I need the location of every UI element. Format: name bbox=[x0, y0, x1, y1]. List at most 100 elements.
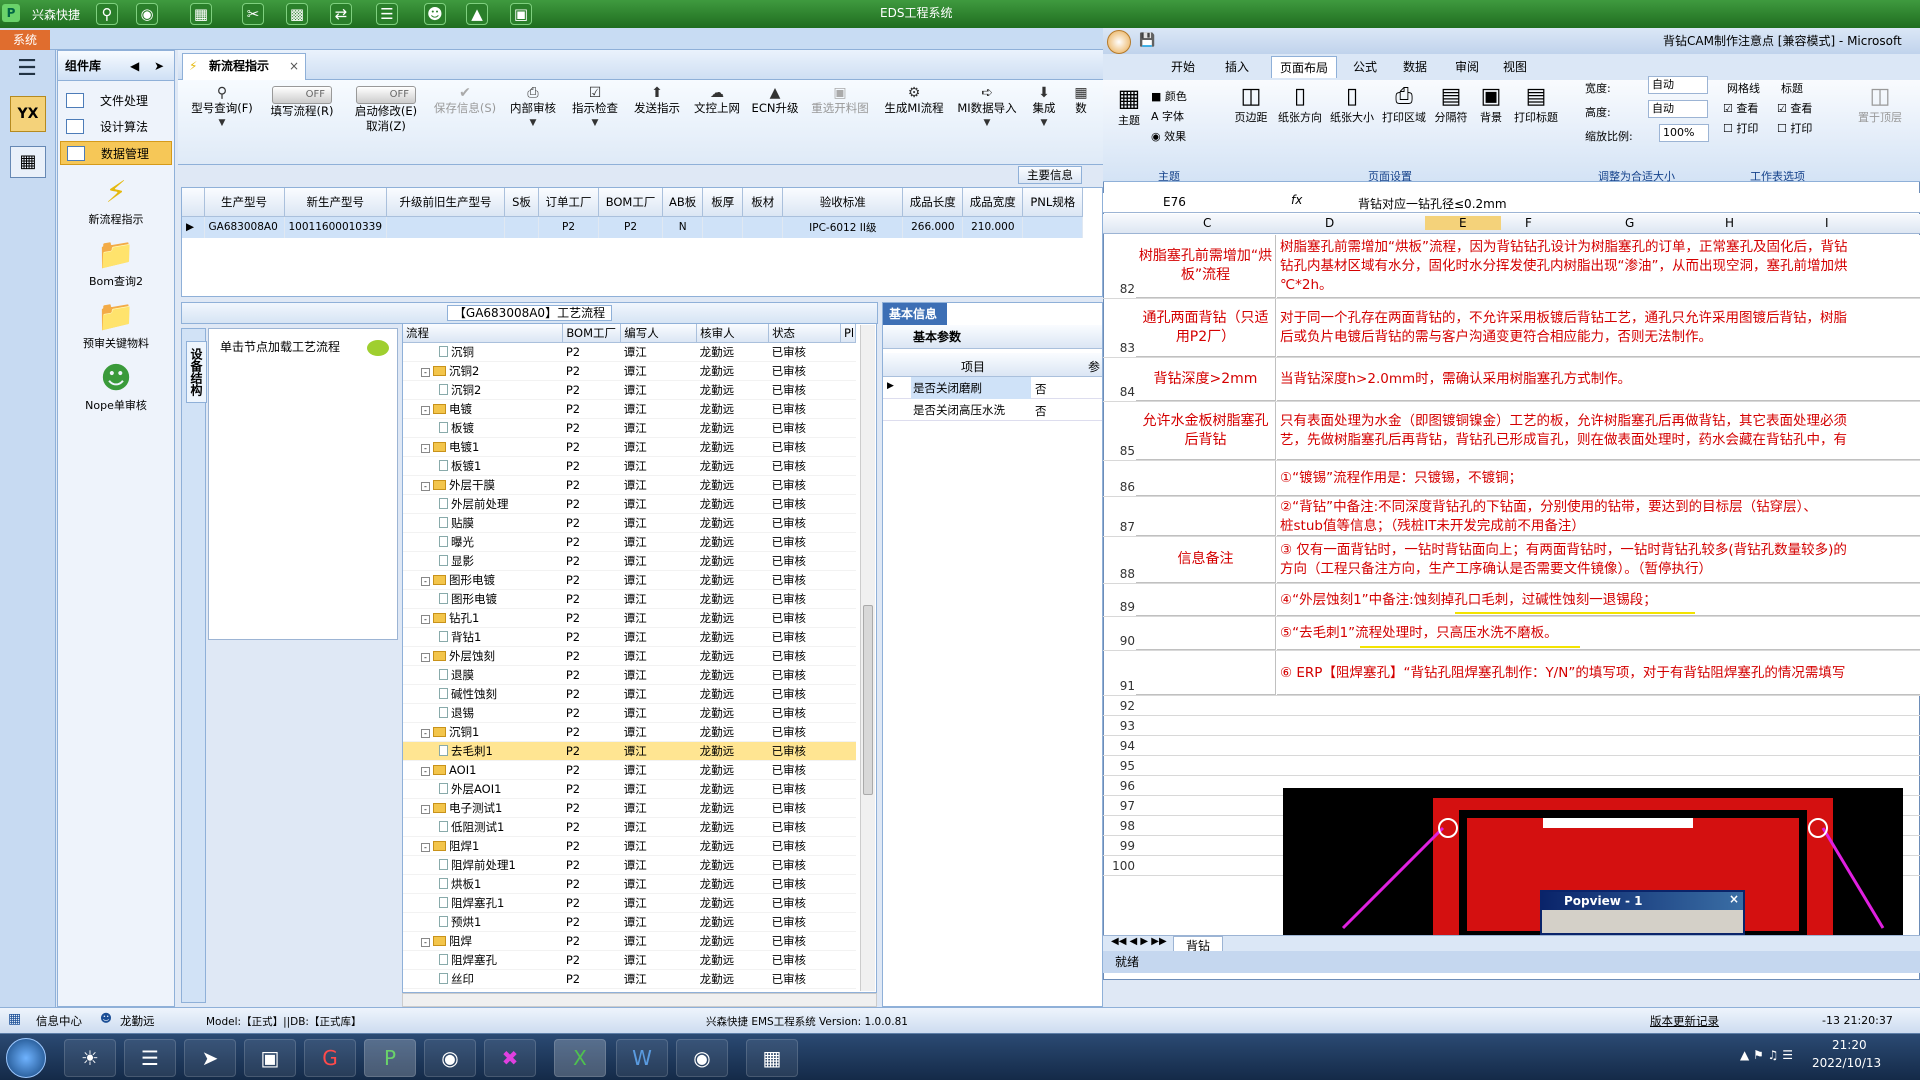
table-cell[interactable]: 已审核 bbox=[768, 817, 841, 837]
orientation-button[interactable]: ▯ 纸张方向 bbox=[1275, 84, 1325, 125]
table-cell[interactable]: 龙勤远 bbox=[696, 817, 769, 837]
globe-icon[interactable]: ◉ bbox=[136, 3, 158, 25]
taskbar-calculator-app[interactable]: ▦ bbox=[746, 1039, 798, 1077]
table-cell[interactable]: 龙勤远 bbox=[696, 950, 769, 970]
table-cell[interactable]: 龙勤远 bbox=[696, 361, 769, 381]
table-cell[interactable]: 龙勤远 bbox=[696, 760, 769, 780]
basic-info-tab[interactable]: 基本信息 bbox=[883, 303, 947, 325]
table-row[interactable]: 烘板1 P2 谭江 龙勤远 已审核 bbox=[403, 874, 856, 894]
save-info-button[interactable]: ✔ 保存信息(S) bbox=[430, 86, 500, 116]
nope-review-launcher[interactable]: ☻ Nope单审核 bbox=[58, 361, 174, 413]
table-row[interactable]: 低阻测试1 P2 谭江 龙勤远 已审核 bbox=[403, 817, 856, 837]
table-cell[interactable]: 已审核 bbox=[768, 969, 841, 989]
table-row[interactable]: 沉铜2 P2 谭江 龙勤远 已审核 bbox=[403, 380, 856, 400]
table-cell[interactable]: 龙勤远 bbox=[696, 931, 769, 951]
flow-name-cell[interactable]: 预烘1 bbox=[403, 912, 563, 932]
collapse-icon[interactable]: - bbox=[421, 652, 430, 662]
flow-name-cell[interactable]: - 外层干膜 bbox=[403, 475, 563, 495]
column-header[interactable]: F bbox=[1525, 216, 1532, 230]
table-cell[interactable]: 已审核 bbox=[768, 874, 841, 894]
taskbar-notepad-app[interactable]: ☰ bbox=[124, 1039, 176, 1077]
toggle-switch[interactable]: OFF bbox=[272, 86, 332, 104]
table-cell[interactable]: P2 bbox=[562, 855, 621, 875]
clock-date[interactable]: 2022/10/13 bbox=[1812, 1056, 1881, 1070]
gridlines-print-checkbox[interactable]: ☐ 打印 bbox=[1723, 120, 1758, 136]
nav-data-management[interactable]: 数据管理 bbox=[60, 141, 172, 165]
table-row[interactable]: - 阻焊 P2 谭江 龙勤远 已审核 bbox=[403, 931, 856, 951]
table-cell[interactable]: 已审核 bbox=[768, 836, 841, 856]
table-row[interactable]: - 电镀 P2 谭江 龙勤远 已审核 bbox=[403, 399, 856, 419]
cell-category[interactable]: 树脂塞孔前需增加“烘板”流程 bbox=[1136, 235, 1276, 298]
calculator-icon[interactable]: ▦ bbox=[10, 146, 46, 178]
cell-description[interactable]: ③ 仅有一面背钻时，一钻时背钻面向上；有两面背钻时，一钻时背钻孔较多(背钻孔数量… bbox=[1277, 537, 1920, 583]
table-cell[interactable]: P2 bbox=[562, 570, 621, 590]
table-cell[interactable]: 谭江 bbox=[620, 342, 697, 362]
fill-flow-toggle[interactable]: OFF 填写流程(R) bbox=[262, 86, 342, 119]
table-cell[interactable]: 龙勤远 bbox=[696, 494, 769, 514]
table-cell[interactable]: P2 bbox=[562, 361, 621, 381]
table-cell[interactable]: P2 bbox=[562, 551, 621, 571]
table-cell[interactable]: 已审核 bbox=[768, 456, 841, 476]
table-cell[interactable]: 谭江 bbox=[620, 399, 697, 419]
table-cell[interactable]: 龙勤远 bbox=[696, 836, 769, 856]
row-number[interactable]: 89 bbox=[1105, 600, 1135, 614]
row-number[interactable]: 99 bbox=[1105, 839, 1135, 853]
flow-name-cell[interactable]: 外层AOI1 bbox=[403, 779, 563, 799]
table-row[interactable]: 外层AOI1 P2 谭江 龙勤远 已审核 bbox=[403, 779, 856, 799]
cell-category[interactable] bbox=[1136, 461, 1276, 496]
table-cell[interactable]: 266.000 bbox=[902, 216, 964, 238]
table-cell[interactable]: 龙勤远 bbox=[696, 570, 769, 590]
flow-name-cell[interactable]: 阻焊塞孔1 bbox=[403, 893, 563, 913]
flow-name-cell[interactable]: 阻焊前处理1 bbox=[403, 855, 563, 875]
system-tab[interactable]: 系统 bbox=[0, 30, 50, 50]
table-cell[interactable]: 龙勤远 bbox=[696, 608, 769, 628]
table-cell[interactable]: 谭江 bbox=[620, 931, 697, 951]
row-number[interactable]: 95 bbox=[1105, 759, 1135, 773]
table-cell[interactable]: 已审核 bbox=[768, 665, 841, 685]
table-cell[interactable]: P2 bbox=[562, 931, 621, 951]
table-cell[interactable]: P2 bbox=[562, 513, 621, 533]
table-cell[interactable]: 龙勤远 bbox=[696, 874, 769, 894]
table-cell[interactable]: 龙勤远 bbox=[696, 912, 769, 932]
table-cell[interactable]: P2 bbox=[562, 589, 621, 609]
effects-button[interactable]: ◉ 效果 bbox=[1151, 128, 1186, 144]
ribbon-tab-active[interactable]: 页面布局 bbox=[1271, 56, 1338, 78]
bring-forward-button[interactable]: ◫ 置于顶层 bbox=[1855, 84, 1905, 125]
table-cell[interactable]: P2 bbox=[562, 874, 621, 894]
table-cell[interactable]: 谭江 bbox=[620, 608, 697, 628]
column-header[interactable]: D bbox=[1325, 216, 1334, 230]
cell-category[interactable] bbox=[1136, 617, 1276, 650]
flow-name-cell[interactable]: 阻焊塞孔 bbox=[403, 950, 563, 970]
cell-description[interactable]: 当背钻深度h>2.0mm时，需确认采用树脂塞孔方式制作。 bbox=[1277, 358, 1920, 401]
ribbon-tab[interactable]: 插入 bbox=[1225, 58, 1249, 75]
model-query-button[interactable]: ⚲ 型号查询(F) ▼ bbox=[184, 86, 260, 131]
row-number[interactable]: 92 bbox=[1105, 699, 1135, 713]
breaks-button[interactable]: ▤ 分隔符 bbox=[1431, 84, 1471, 125]
table-cell[interactable]: 龙勤远 bbox=[696, 418, 769, 438]
table-cell[interactable]: 谭江 bbox=[620, 950, 697, 970]
table-cell[interactable]: 谭江 bbox=[620, 646, 697, 666]
start-edit-toggle[interactable]: OFF 启动修改(E) 取消(Z) bbox=[346, 86, 426, 134]
print-titles-button[interactable]: ▤ 打印标题 bbox=[1511, 84, 1561, 125]
table-cell[interactable]: 龙勤远 bbox=[696, 703, 769, 723]
data-button[interactable]: ▦ 数 bbox=[1066, 86, 1096, 116]
table-cell[interactable]: 已审核 bbox=[768, 646, 841, 666]
scroll-thumb[interactable] bbox=[863, 605, 873, 795]
row-number[interactable]: 93 bbox=[1105, 719, 1135, 733]
column-header[interactable]: Pl bbox=[840, 324, 857, 343]
taskbar-arrow-app[interactable]: ➤ bbox=[184, 1039, 236, 1077]
table-row[interactable]: 退锡 P2 谭江 龙勤远 已审核 bbox=[403, 703, 856, 723]
collapse-icon[interactable]: - bbox=[421, 481, 430, 491]
taskbar-x-app[interactable]: ✖ bbox=[484, 1039, 536, 1077]
flow-name-cell[interactable]: - 图形电镀 bbox=[403, 570, 563, 590]
table-cell[interactable]: 已审核 bbox=[768, 627, 841, 647]
column-header[interactable]: 流程 bbox=[403, 324, 564, 343]
column-header[interactable]: 编写人 bbox=[620, 324, 698, 343]
office-button-icon[interactable] bbox=[1107, 30, 1131, 54]
tab-new-flow[interactable]: ⚡ 新流程指示 × bbox=[182, 53, 306, 80]
column-header[interactable]: G bbox=[1625, 216, 1634, 230]
fonts-button[interactable]: A 字体 bbox=[1151, 108, 1184, 124]
background-button[interactable]: ▣ 背景 bbox=[1473, 84, 1509, 125]
column-header[interactable]: 生产型号 bbox=[204, 188, 285, 217]
row-number[interactable]: 97 bbox=[1105, 799, 1135, 813]
